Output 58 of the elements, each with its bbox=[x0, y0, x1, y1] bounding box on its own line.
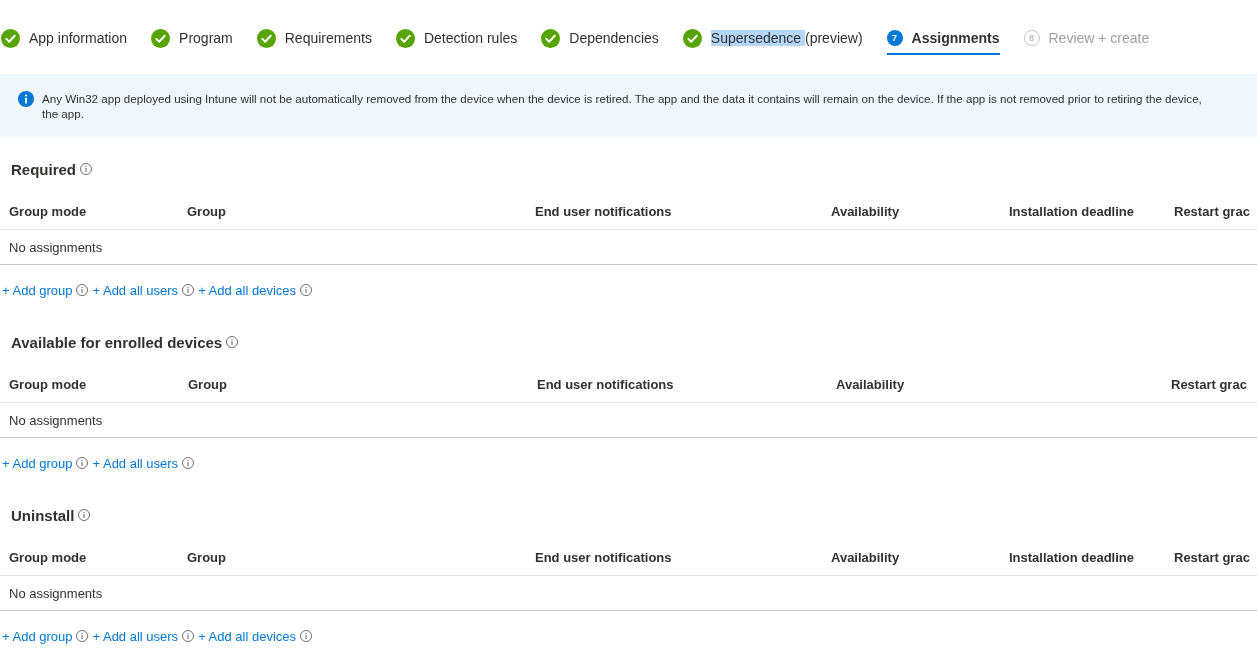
column-header: Installation deadline bbox=[1009, 204, 1134, 219]
column-header: Restart grac bbox=[1174, 204, 1250, 219]
info-icon[interactable] bbox=[182, 284, 195, 296]
wizard-step-tab[interactable]: Detection rules bbox=[395, 27, 518, 55]
check-circle-icon bbox=[395, 28, 415, 48]
add-assignment-link[interactable]: + Add group bbox=[2, 282, 73, 298]
column-header: Group bbox=[187, 550, 226, 565]
wizard-step-tab[interactable]: 8 Review + create bbox=[1023, 27, 1150, 55]
column-header: Group mode bbox=[9, 550, 87, 565]
add-assignment-link[interactable]: + Add all devices bbox=[198, 628, 297, 644]
check-circle-icon bbox=[151, 28, 171, 48]
info-icon[interactable] bbox=[226, 336, 239, 348]
section-title: Available for enrolled devices bbox=[11, 333, 223, 351]
add-assignment-link[interactable]: + Add all users bbox=[92, 628, 179, 644]
wizard-step-tab[interactable]: Program bbox=[151, 27, 233, 55]
section-title: Uninstall bbox=[11, 506, 75, 524]
wizard-step-tab[interactable]: 7 Assignments bbox=[886, 27, 1000, 55]
info-icon[interactable] bbox=[80, 163, 92, 175]
add-assignment-link[interactable]: + Add group bbox=[2, 628, 73, 644]
info-icon[interactable] bbox=[78, 509, 91, 521]
add-assignment-link[interactable]: + Add group bbox=[2, 455, 73, 471]
info-icon bbox=[18, 91, 34, 107]
info-icon[interactable] bbox=[300, 630, 313, 642]
column-header: End user notifications bbox=[535, 550, 672, 565]
column-header: Availability bbox=[831, 550, 900, 565]
column-header: Availability bbox=[836, 377, 905, 392]
info-icon[interactable] bbox=[76, 630, 89, 642]
empty-table-message: No assignments bbox=[9, 585, 103, 601]
info-icon[interactable] bbox=[76, 457, 89, 469]
check-circle-icon bbox=[682, 28, 702, 48]
wizard-step-tab[interactable]: Requirements bbox=[256, 27, 372, 55]
column-header: End user notifications bbox=[535, 204, 672, 219]
info-icon[interactable] bbox=[76, 284, 89, 296]
column-header: Group mode bbox=[9, 204, 87, 219]
step-number-badge: 7 bbox=[886, 30, 903, 46]
column-header: Restart grac bbox=[1174, 550, 1250, 565]
column-header: Group bbox=[188, 377, 227, 392]
wizard-step-tab[interactable]: App information bbox=[1, 27, 128, 55]
info-icon[interactable] bbox=[182, 630, 195, 642]
add-assignment-link[interactable]: + Add all users bbox=[92, 455, 179, 471]
empty-table-message: No assignments bbox=[9, 239, 103, 255]
check-circle-icon bbox=[256, 28, 276, 48]
info-icon[interactable] bbox=[300, 284, 313, 296]
section-title: Required bbox=[11, 160, 76, 178]
column-header: End user notifications bbox=[537, 377, 674, 392]
info-icon[interactable] bbox=[182, 457, 195, 469]
column-header: Availability bbox=[831, 204, 900, 219]
wizard-step-tab[interactable]: Dependencies bbox=[541, 27, 659, 55]
add-assignment-link[interactable]: + Add all users bbox=[92, 282, 179, 298]
column-header: Restart grac bbox=[1171, 377, 1247, 392]
column-header: Installation deadline bbox=[1009, 550, 1134, 565]
add-assignment-link[interactable]: + Add all devices bbox=[198, 282, 297, 298]
column-header: Group bbox=[187, 204, 226, 219]
check-circle-icon bbox=[541, 28, 561, 48]
info-message: Any Win32 app deployed using Intune will not be automatically removed from the device when the device is retired. The app and the data it contains will remain on the device. If the app is not removed prior to retiring the device, the app. bbox=[42, 91, 1202, 121]
column-header: Group mode bbox=[9, 377, 87, 392]
empty-table-message: No assignments bbox=[9, 412, 103, 428]
wizard-step-tab[interactable]: Supersedence (preview) bbox=[682, 27, 863, 55]
